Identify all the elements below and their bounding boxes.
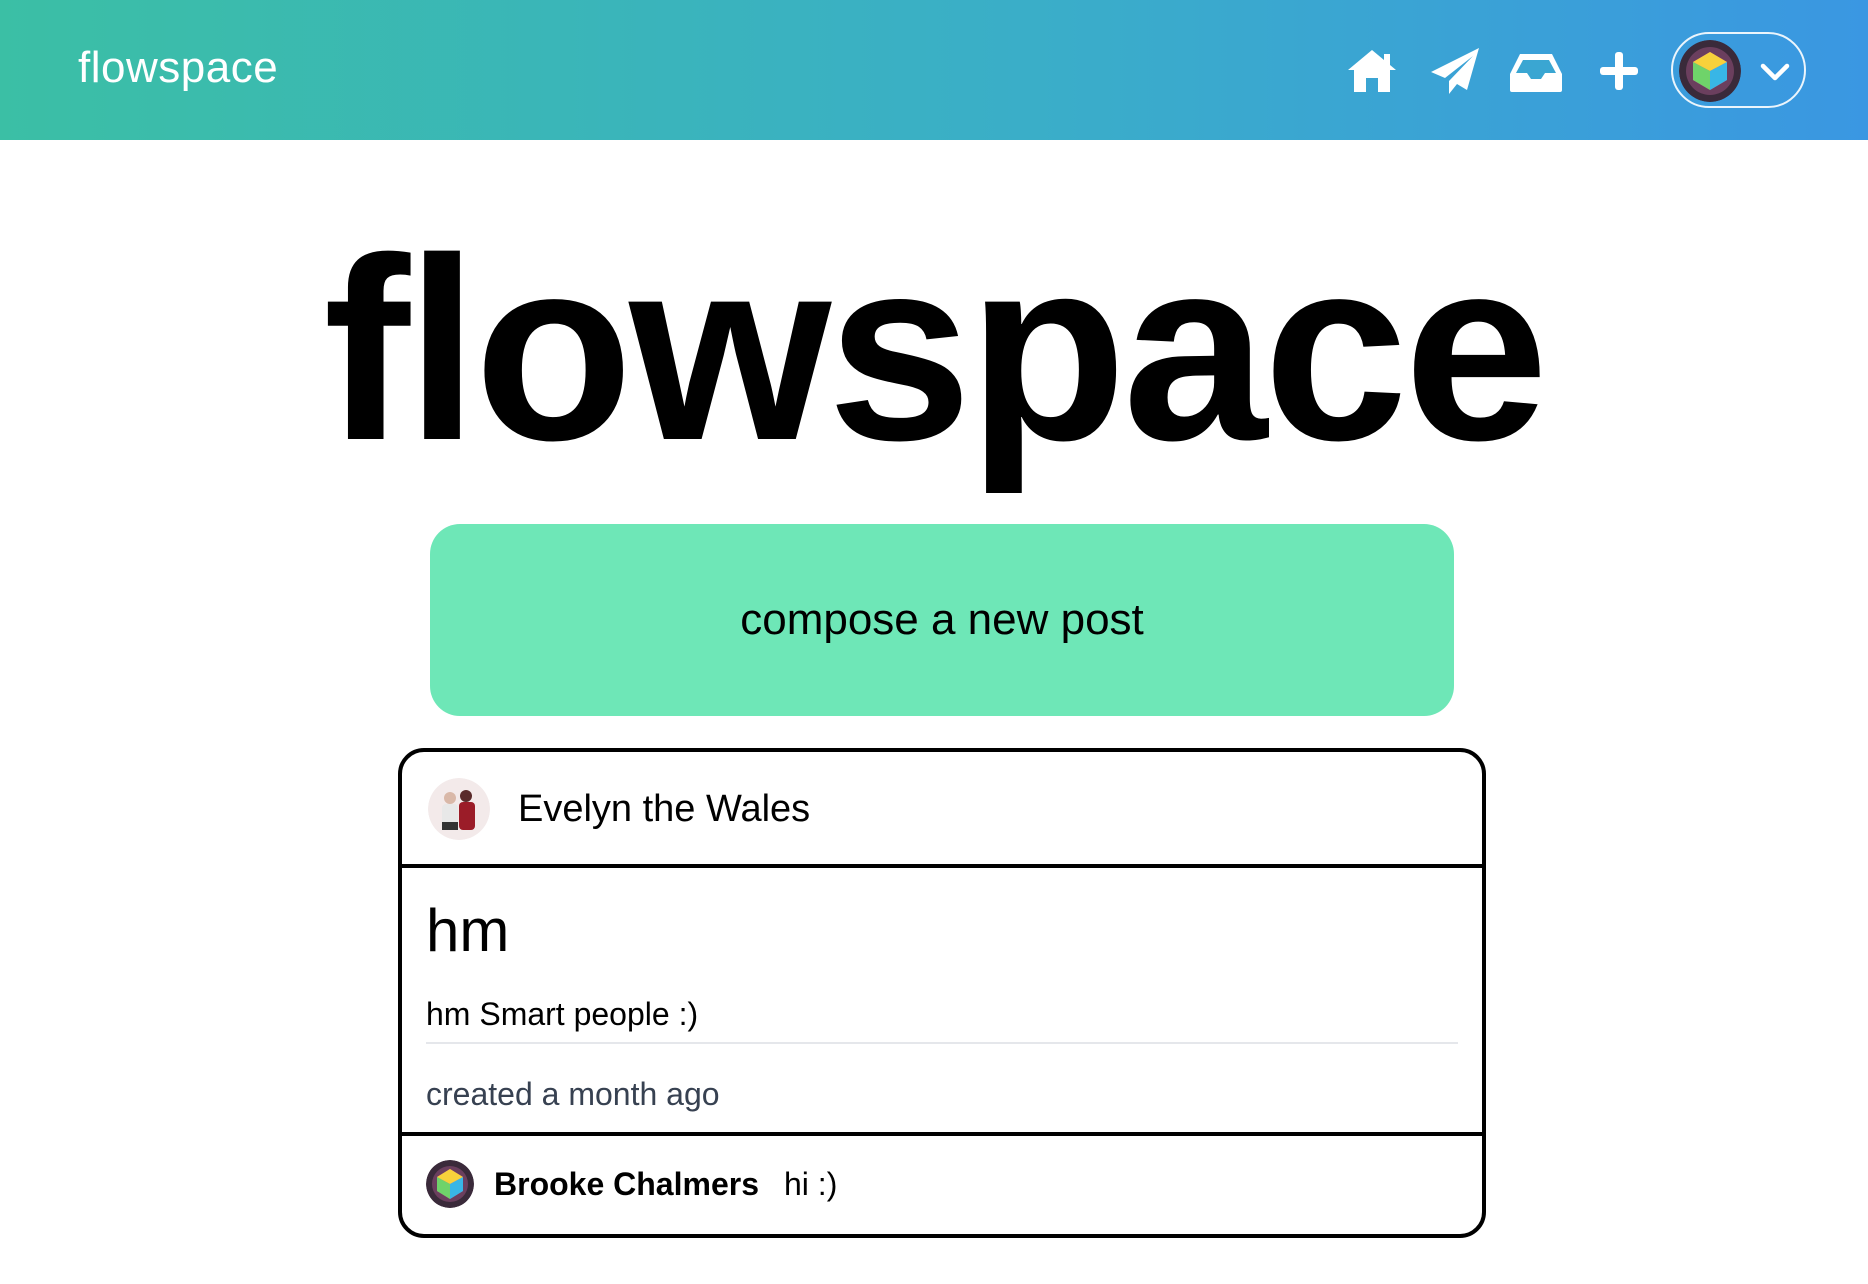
comment-item: Brooke Chalmers hi :) [402, 1136, 1482, 1234]
inbox-icon[interactable] [1508, 46, 1564, 96]
page-title: flowspace [323, 205, 1548, 495]
user-avatar [1679, 40, 1741, 102]
plus-icon[interactable] [1591, 46, 1647, 96]
post-author-name[interactable]: Evelyn the Wales [518, 786, 810, 832]
chevron-down-icon [1757, 54, 1793, 90]
user-menu-button[interactable] [1671, 32, 1806, 108]
post-content: hm Smart people :) [426, 996, 699, 1032]
divider [426, 1042, 1458, 1044]
post-card: Evelyn the Wales hm hm Smart people :) c… [398, 748, 1486, 1238]
author-avatar[interactable] [428, 778, 490, 840]
comment-author-avatar[interactable] [426, 1160, 474, 1208]
post-body: hm hm Smart people :) created a month ag… [402, 868, 1482, 1136]
top-navbar: flowspace [0, 0, 1868, 140]
paper-plane-icon[interactable] [1427, 46, 1483, 96]
brand-logo-link[interactable]: flowspace [78, 40, 278, 96]
home-icon[interactable] [1344, 46, 1400, 96]
comment-text: hi :) [784, 1166, 838, 1202]
post-title[interactable]: hm [426, 896, 509, 966]
compose-post-button[interactable]: compose a new post [430, 524, 1454, 716]
post-timestamp: created a month ago [426, 1076, 720, 1112]
post-header: Evelyn the Wales [402, 752, 1482, 868]
comment-author-name[interactable]: Brooke Chalmers [494, 1164, 759, 1204]
